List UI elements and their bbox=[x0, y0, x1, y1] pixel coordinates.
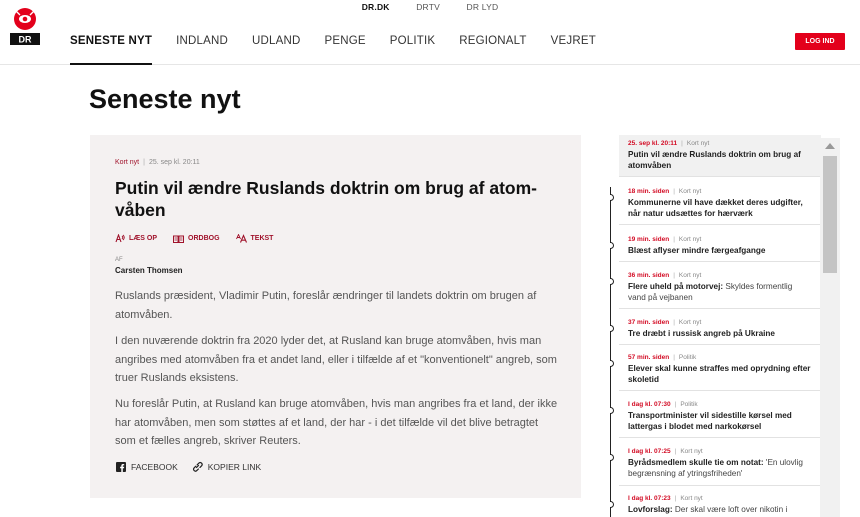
item-time: I dag kl. 07:23 bbox=[628, 495, 671, 502]
timeline-dot bbox=[610, 325, 614, 332]
timeline-line bbox=[610, 187, 611, 517]
item-time: 25. sep kl. 20:11 bbox=[628, 140, 678, 147]
article-card: Kort nyt | 25. sep kl. 20:11 Putin vil ænd… bbox=[90, 135, 581, 498]
item-title: Putin vil ændre Ruslands doktrin om brug… bbox=[628, 150, 801, 170]
nav-vejret[interactable]: VEJRET bbox=[551, 35, 596, 65]
list-item[interactable]: I dag kl. 07:23 | Kort nyt Lovforslag: Der… bbox=[610, 490, 821, 517]
list-item[interactable]: I dag kl. 07:25 | Kort nyt Byrådsmedlem sk… bbox=[610, 443, 821, 486]
timeline-dot bbox=[610, 454, 614, 461]
read-aloud-button[interactable]: LÆS OP bbox=[115, 234, 157, 243]
item-category: Kort nyt bbox=[680, 495, 703, 502]
list-item[interactable]: 37 min. siden | Kort nyt Tre dræbt i russi… bbox=[610, 314, 821, 345]
item-category: Kort nyt bbox=[678, 236, 702, 243]
read-aloud-icon bbox=[115, 234, 125, 243]
item-title: Tre dræbt i russisk angreb på Ukraine bbox=[628, 329, 775, 338]
item-lead: Lovforslag: bbox=[628, 505, 673, 514]
item-time: I dag kl. 07:25 bbox=[628, 448, 671, 455]
list-item[interactable]: 57 min. siden | Politik Elever skal kunne … bbox=[610, 349, 821, 391]
dictionary-button[interactable]: ORDBOG bbox=[173, 234, 220, 243]
share-facebook-button[interactable]: FACEBOOK bbox=[116, 461, 178, 472]
timeline-dot bbox=[610, 360, 614, 367]
byline-label: AF bbox=[115, 257, 123, 263]
top-links: DR.DK DRTV DR LYD bbox=[0, 0, 860, 14]
article-paragraph: Ruslands præsident, Vladimir Putin, fore… bbox=[115, 290, 537, 321]
scrollbar-thumb[interactable] bbox=[823, 156, 837, 273]
item-category: Politik bbox=[680, 401, 698, 408]
item-time: 57 min. siden bbox=[628, 354, 670, 361]
item-category: Kort nyt bbox=[678, 188, 702, 195]
nav-politik[interactable]: POLITIK bbox=[390, 35, 436, 65]
meta-separator: | bbox=[143, 159, 145, 166]
top-link-drlyd[interactable]: DR LYD bbox=[467, 0, 499, 12]
item-time: 36 min. siden bbox=[628, 272, 670, 279]
item-title: Elever skal kunne straffes med oprydning… bbox=[628, 364, 811, 384]
item-title: Der skal være loft over nikotin i bbox=[674, 505, 788, 514]
book-icon bbox=[173, 235, 185, 243]
timeline-dot bbox=[610, 278, 614, 285]
share-bar: FACEBOOK KOPIER LINK bbox=[116, 461, 275, 472]
article-category[interactable]: Kort nyt bbox=[115, 159, 139, 166]
item-time: 18 min. siden bbox=[628, 188, 670, 195]
share-facebook-label: FACEBOOK bbox=[131, 461, 178, 472]
page-title: Seneste nyt bbox=[89, 84, 241, 114]
item-title: Kommunerne vil have dækket deres udgifte… bbox=[628, 198, 803, 218]
nav-udland[interactable]: UDLAND bbox=[252, 35, 301, 65]
item-title: Blæst aflyser mindre færgeafgange bbox=[628, 246, 766, 255]
login-button[interactable]: LOG IND bbox=[795, 33, 845, 50]
nav-seneste-nyt[interactable]: SENESTE NYT bbox=[70, 35, 153, 65]
list-item[interactable]: 36 min. siden | Kort nyt Flere uheld på mo… bbox=[610, 267, 821, 309]
timeline-dot bbox=[610, 501, 614, 508]
item-title: Transportminister vil sidestille kørsel … bbox=[628, 411, 792, 431]
nav-regionalt[interactable]: REGIONALT bbox=[459, 35, 526, 65]
text-size-button[interactable]: TEKST bbox=[235, 234, 274, 243]
item-time: 37 min. siden bbox=[628, 319, 670, 326]
main-nav: SENESTE NYT INDLAND UDLAND PENGE POLITIK… bbox=[70, 35, 620, 65]
item-category: Kort nyt bbox=[678, 319, 702, 326]
list-item[interactable]: 25. sep kl. 20:11 | Kort nyt Putin vil ænd… bbox=[619, 135, 821, 177]
link-icon bbox=[192, 461, 203, 472]
logo-text: DR bbox=[19, 35, 32, 45]
list-item[interactable]: 19 min. siden | Kort nyt Blæst aflyser min… bbox=[610, 231, 821, 262]
facebook-icon bbox=[116, 461, 126, 472]
scroll-up-icon[interactable] bbox=[825, 143, 835, 149]
copy-link-button[interactable]: KOPIER LINK bbox=[192, 461, 261, 472]
timeline-dot bbox=[610, 242, 614, 249]
top-link-drdk[interactable]: DR.DK bbox=[362, 0, 390, 12]
dictionary-label: ORDBOG bbox=[188, 235, 220, 242]
item-category: Politik bbox=[678, 354, 697, 361]
list-item[interactable]: 18 min. siden | Kort nyt Kommunerne vil ha… bbox=[610, 183, 821, 225]
sidebar-scrollbar[interactable] bbox=[820, 138, 840, 517]
item-category: Kort nyt bbox=[680, 448, 703, 455]
nav-indland[interactable]: INDLAND bbox=[176, 35, 228, 65]
timeline-dot bbox=[610, 194, 614, 201]
item-category: Kort nyt bbox=[678, 272, 702, 279]
timeline-dot bbox=[610, 407, 614, 414]
copy-link-label: KOPIER LINK bbox=[207, 461, 262, 472]
read-aloud-label: LÆS OP bbox=[129, 235, 158, 242]
article-paragraph: I den nuværende doktrin fra 2020 lyder d… bbox=[115, 335, 557, 384]
item-time: 19 min. siden bbox=[628, 236, 670, 243]
item-lead: Byrådsmedlem skulle tie om notat: bbox=[628, 458, 764, 467]
article-tools: LÆS OP ORDBOG TEKST bbox=[115, 234, 289, 243]
list-item[interactable]: I dag kl. 07:30 | Politik Transportministe… bbox=[610, 396, 821, 438]
text-size-icon bbox=[235, 234, 247, 243]
site-header: DR DR.DK DRTV DR LYD SENESTE NYT INDLAND… bbox=[0, 0, 860, 65]
text-size-label: TEKST bbox=[250, 235, 274, 242]
article-date: 25. sep kl. 20:11 bbox=[148, 159, 200, 166]
article-author[interactable]: Carsten Thomsen bbox=[115, 266, 183, 275]
article-headline: Putin vil ændre Ruslands doktrin om brug… bbox=[115, 178, 537, 220]
article-meta: Kort nyt | 25. sep kl. 20:11 bbox=[115, 159, 200, 166]
latest-news-list: 25. sep kl. 20:11 | Kort nyt Putin vil ænd… bbox=[610, 135, 840, 517]
top-link-drtv[interactable]: DRTV bbox=[416, 0, 440, 12]
item-lead: Flere uheld på motorvej: bbox=[628, 282, 724, 291]
nav-penge[interactable]: PENGE bbox=[324, 35, 365, 65]
article-paragraph: Nu foreslår Putin, at Rusland kan bruge … bbox=[115, 398, 558, 447]
item-time: I dag kl. 07:30 bbox=[628, 401, 671, 408]
item-category: Kort nyt bbox=[686, 140, 710, 147]
